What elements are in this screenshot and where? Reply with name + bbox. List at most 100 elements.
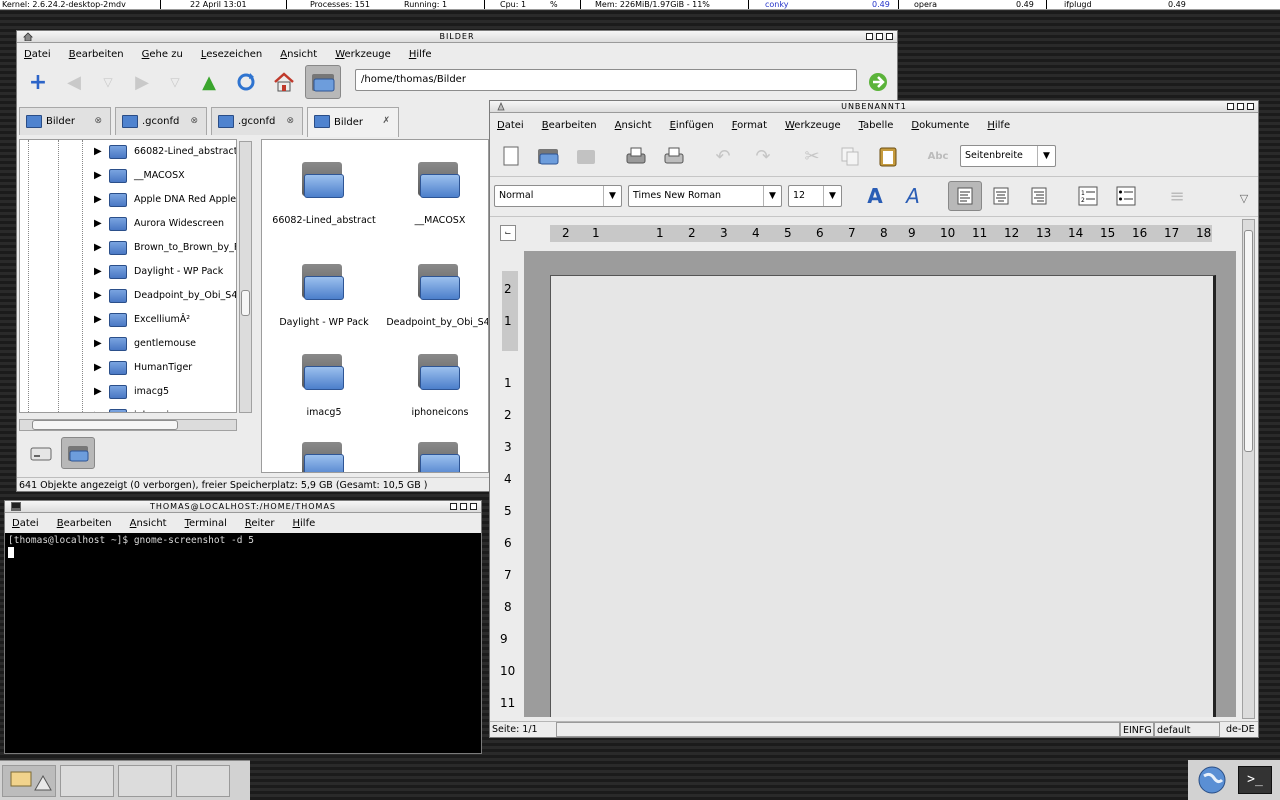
tree-horizontal-scrollbar[interactable] [19,419,237,431]
maximize-button[interactable] [460,503,467,510]
back-history-icon[interactable]: ▽ [95,69,121,95]
tree-item[interactable]: ▶ gentlemouse [20,332,236,356]
menu-hilfe[interactable]: Hilfe [984,120,1013,131]
close-tab-icon[interactable]: ✗ [382,116,390,126]
menu-bearbeiten[interactable]: Bearbeiten [54,518,115,529]
chevron-down-icon[interactable]: ▼ [763,186,781,206]
expand-arrow-icon[interactable]: ▶ [94,356,102,380]
taskbar-button[interactable] [176,765,230,797]
taskbar-button[interactable] [60,765,114,797]
vertical-ruler[interactable]: 2 1 1 2 3 4 5 6 7 8 9 10 11 [500,271,518,711]
align-center-icon[interactable] [988,183,1014,209]
horizontal-ruler[interactable]: 2 1 1 2 3 4 5 6 7 8 9 10 11 12 13 14 15 … [550,225,1212,242]
open-folder-icon[interactable] [535,143,561,169]
expand-arrow-icon[interactable]: ▶ [94,188,102,212]
tree-item[interactable]: ▶ Aurora Widescreen [20,212,236,236]
menu-ansicht[interactable]: Ansicht [277,49,320,60]
menu-einfuegen[interactable]: Einfügen [667,120,717,131]
maximize-button[interactable] [876,33,883,40]
expand-arrow-icon[interactable]: ▶ [94,164,102,188]
icon-label[interactable]: imacg5 [264,407,384,418]
close-button[interactable] [470,503,477,510]
folder-icon[interactable] [302,442,344,472]
terminal-titlebar[interactable]: THOMAS@LOCALHOST:/HOME/THOMAS [5,501,481,513]
drive-icon[interactable] [21,437,61,469]
expand-arrow-icon[interactable]: ▶ [94,332,102,356]
menu-datei[interactable]: Datei [9,518,42,529]
numbered-list-icon[interactable]: 12 [1075,183,1101,209]
tree-view-folder-icon[interactable] [61,437,95,469]
forward-arrow-icon[interactable]: ▶ [129,69,155,95]
indent-icon[interactable]: ≡ [1164,183,1190,209]
new-document-icon[interactable] [498,143,524,169]
menu-gehe-zu[interactable]: Gehe zu [139,49,186,60]
minimize-button[interactable] [450,503,457,510]
tree-item[interactable]: ▶ Apple DNA Red Apple [20,188,236,212]
folder-icon[interactable] [418,162,460,200]
menu-ansicht[interactable]: Ansicht [612,120,655,131]
chevron-down-icon[interactable]: ▼ [823,186,841,206]
language[interactable]: de-DE [1226,722,1255,737]
menu-lesezeichen[interactable]: Lesezeichen [198,49,265,60]
tree-item[interactable]: ▶ Brown_to_Brown_by_F [20,236,236,260]
expand-arrow-icon[interactable]: ▶ [94,380,102,404]
folder-icon[interactable] [302,264,344,302]
insert-mode[interactable]: EINFG [1120,722,1154,737]
browser-globe-icon[interactable] [1196,764,1228,796]
expand-arrow-icon[interactable]: ▶ [94,308,102,332]
writer-titlebar[interactable]: UNBENANNT1 [490,101,1258,113]
forward-history-icon[interactable]: ▽ [162,69,188,95]
expand-arrow-icon[interactable]: ▶ [94,404,102,412]
menu-format[interactable]: Format [729,120,770,131]
tab-stop-icon[interactable]: ⌙ [500,225,516,241]
close-button[interactable] [1247,103,1254,110]
computer-folder-icon[interactable] [305,65,341,99]
tree-item[interactable]: ▶ ExcelliumÂ² [20,308,236,332]
toolbar-overflow-icon[interactable]: ▽ [1231,185,1257,211]
scrollbar-thumb[interactable] [32,420,178,430]
taskbar-button[interactable] [118,765,172,797]
font-size-select[interactable]: 12 ▼ [788,185,842,207]
bold-icon[interactable]: A [862,183,888,209]
menu-werkzeuge[interactable]: Werkzeuge [332,49,394,60]
close-button[interactable] [886,33,893,40]
icon-label[interactable]: iphoneicons [380,407,488,418]
folder-icon[interactable] [418,354,460,392]
tree-item[interactable]: ▶ iphoneicons [20,404,236,412]
icon-label[interactable]: __MACOSX [380,215,488,226]
spellcheck-icon[interactable]: Abc [925,143,951,169]
cut-icon[interactable]: ✂ [799,143,825,169]
terminal-output[interactable]: [thomas@localhost ~]$ gnome-screenshot -… [5,533,481,561]
tree-vertical-scrollbar[interactable] [239,141,252,413]
menu-dokumente[interactable]: Dokumente [908,120,972,131]
zoom-select[interactable]: Seitenbreite ▼ [960,145,1056,167]
bullet-list-icon[interactable] [1113,183,1139,209]
tree-item[interactable]: ▶ Deadpoint_by_Obi_S4r [20,284,236,308]
folder-icon[interactable] [418,442,460,472]
new-tab-plus-icon[interactable]: + [25,69,51,95]
close-tab-icon[interactable]: ⊗ [190,116,198,126]
expand-arrow-icon[interactable]: ▶ [94,236,102,260]
tree-item[interactable]: ▶ HumanTiger [20,356,236,380]
close-tab-icon[interactable]: ⊗ [94,116,102,126]
expand-arrow-icon[interactable]: ▶ [94,284,102,308]
chevron-down-icon[interactable]: ▼ [603,186,621,206]
close-tab-icon[interactable]: ⊗ [286,116,294,126]
home-button-icon[interactable] [271,69,297,95]
go-arrow-icon[interactable] [865,69,891,95]
icon-label[interactable]: 66082-Lined_abstract [264,215,384,226]
back-arrow-icon[interactable]: ◀ [61,69,87,95]
up-arrow-icon[interactable]: ▲ [196,69,222,95]
align-left-icon[interactable] [948,181,982,211]
save-icon[interactable] [573,143,599,169]
minimize-button[interactable] [1227,103,1234,110]
tab-bilder-1[interactable]: Bilder ⊗ [19,107,111,135]
italic-icon[interactable]: A [900,183,926,209]
tab-bilder-active[interactable]: Bilder ✗ [307,107,399,137]
expand-arrow-icon[interactable]: ▶ [94,212,102,236]
expand-arrow-icon[interactable]: ▶ [94,260,102,284]
tree-item[interactable]: ▶ imacg5 [20,380,236,404]
document-page[interactable] [550,275,1216,717]
menu-werkzeuge[interactable]: Werkzeuge [782,120,844,131]
folder-icon[interactable] [302,162,344,200]
